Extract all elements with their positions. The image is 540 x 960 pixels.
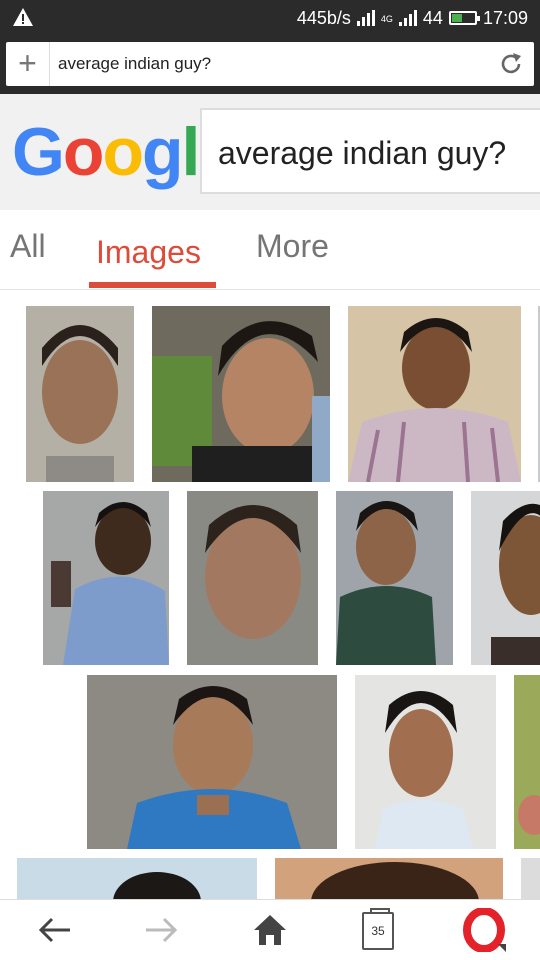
battery-icon [448,11,480,25]
bottom-navigation-bar: 35 [0,899,540,960]
image-result[interactable] [348,306,521,482]
network-type: 4G [380,14,393,24]
image-result[interactable] [355,675,496,849]
address-bar-container: + average indian guy? [0,36,540,94]
address-bar[interactable]: + average indian guy? [6,42,534,86]
search-query-box[interactable]: average indian guy? [200,108,540,194]
wifi-signal-icon [356,10,375,26]
cell-signal-icon [398,10,417,26]
image-result[interactable] [275,858,503,899]
image-result[interactable] [187,491,318,665]
image-result[interactable] [17,858,257,899]
status-bar: 445b/s 4G 44 17:09 [0,0,540,36]
image-result[interactable] [87,675,337,849]
image-result[interactable] [521,858,540,899]
reload-icon[interactable] [498,51,524,77]
battery-percent: 44 [422,8,443,28]
google-header: Google average indian guy? [0,94,540,210]
tab-images[interactable]: Images [96,234,201,271]
image-results-grid [0,291,540,899]
network-speed: 445b/s [296,8,351,28]
clock: 17:09 [482,8,528,28]
search-query-text[interactable]: average indian guy? [218,110,506,196]
image-result[interactable] [26,306,134,482]
warning-icon [13,8,33,26]
active-tab-indicator [89,282,216,288]
forward-arrow-icon[interactable] [140,908,184,952]
new-tab-plus-icon[interactable]: + [6,42,50,86]
opera-menu-icon[interactable] [462,908,506,952]
address-input[interactable]: average indian guy? [58,42,211,86]
back-arrow-icon[interactable] [32,908,76,952]
tab-all[interactable]: All [10,228,46,265]
image-result[interactable] [43,491,169,665]
browser-screen: 445b/s 4G 44 17:09 + average indian guy?… [0,0,540,960]
search-tabs: All Images More [0,210,540,290]
tab-switcher-button[interactable]: 35 [362,908,394,950]
image-result[interactable] [514,675,540,849]
image-result[interactable] [471,491,540,665]
image-result[interactable] [152,306,330,482]
battery-fill [451,14,462,22]
home-icon[interactable] [248,908,292,952]
tab-more[interactable]: More [256,228,329,265]
image-result[interactable] [336,491,453,665]
